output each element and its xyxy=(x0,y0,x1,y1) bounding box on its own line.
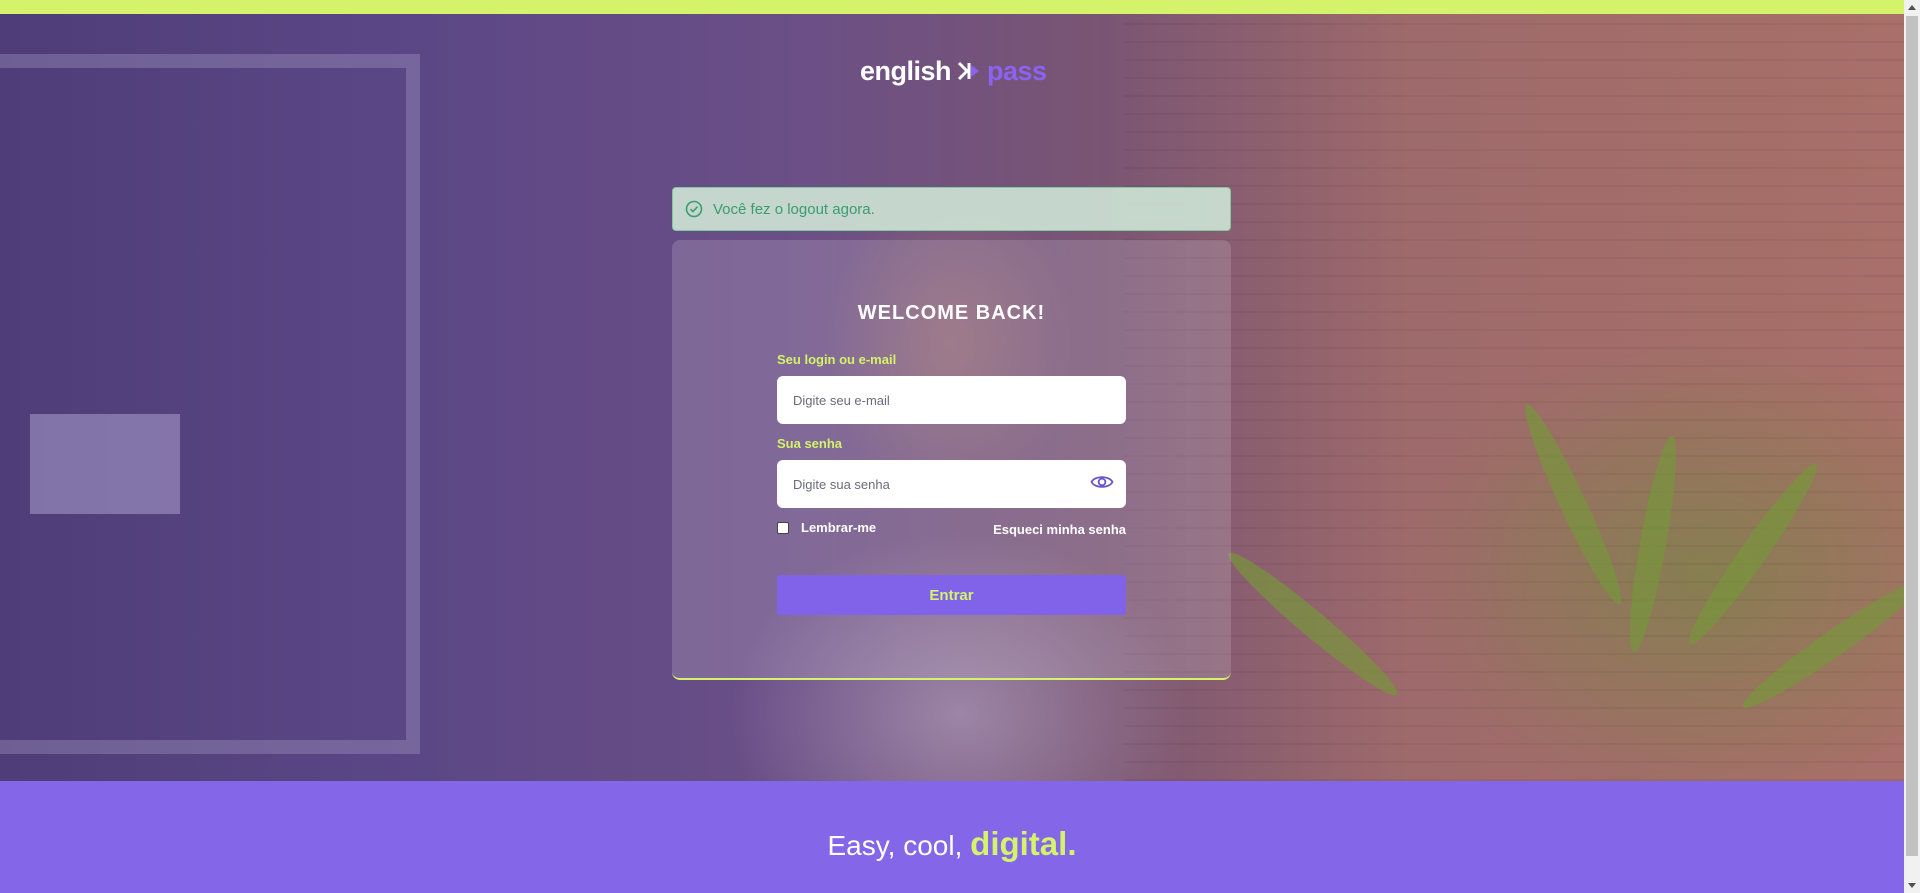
remember-me-label: Lembrar-me xyxy=(801,520,877,535)
logo-text-pass: pass xyxy=(987,55,1047,86)
background-window-pane xyxy=(30,414,180,514)
tagline-text: Easy, cool, xyxy=(827,830,971,861)
logo-arrow-icon xyxy=(957,61,980,81)
footer-banner: Easy, cool, digital. xyxy=(0,781,1904,893)
check-circle-icon xyxy=(685,200,703,218)
email-input[interactable] xyxy=(777,376,1126,424)
login-card: WELCOME BACK! Seu login ou e-mail Sua se… xyxy=(672,240,1231,680)
scroll-up-arrow-icon[interactable] xyxy=(1908,5,1916,10)
page-scrollbar[interactable] xyxy=(1904,0,1920,893)
tagline-accent: digital. xyxy=(970,825,1077,862)
alert-message: Você fez o logout agora. xyxy=(713,200,875,218)
remember-me-checkbox[interactable] xyxy=(777,521,789,534)
footer-tagline: Easy, cool, digital. xyxy=(0,825,1904,863)
password-label: Sua senha xyxy=(777,436,843,451)
password-input[interactable] xyxy=(777,460,1126,508)
remember-me-control[interactable]: Lembrar-me xyxy=(777,520,876,535)
scrollbar-thumb[interactable] xyxy=(1906,16,1918,856)
logout-success-alert: Você fez o logout agora. xyxy=(672,187,1231,231)
forgot-password-link[interactable]: Esqueci minha senha xyxy=(993,522,1126,537)
top-accent-bar xyxy=(0,0,1904,14)
email-label: Seu login ou e-mail xyxy=(777,352,897,367)
scroll-down-arrow-icon[interactable] xyxy=(1908,883,1916,888)
logo-text-english: english xyxy=(860,55,952,86)
show-password-eye-icon[interactable] xyxy=(1090,472,1114,492)
login-submit-button[interactable]: Entrar xyxy=(777,575,1126,615)
login-title: WELCOME BACK! xyxy=(857,302,1046,324)
background-window-frame xyxy=(0,54,420,754)
brand-logo: english pass xyxy=(860,56,1047,86)
